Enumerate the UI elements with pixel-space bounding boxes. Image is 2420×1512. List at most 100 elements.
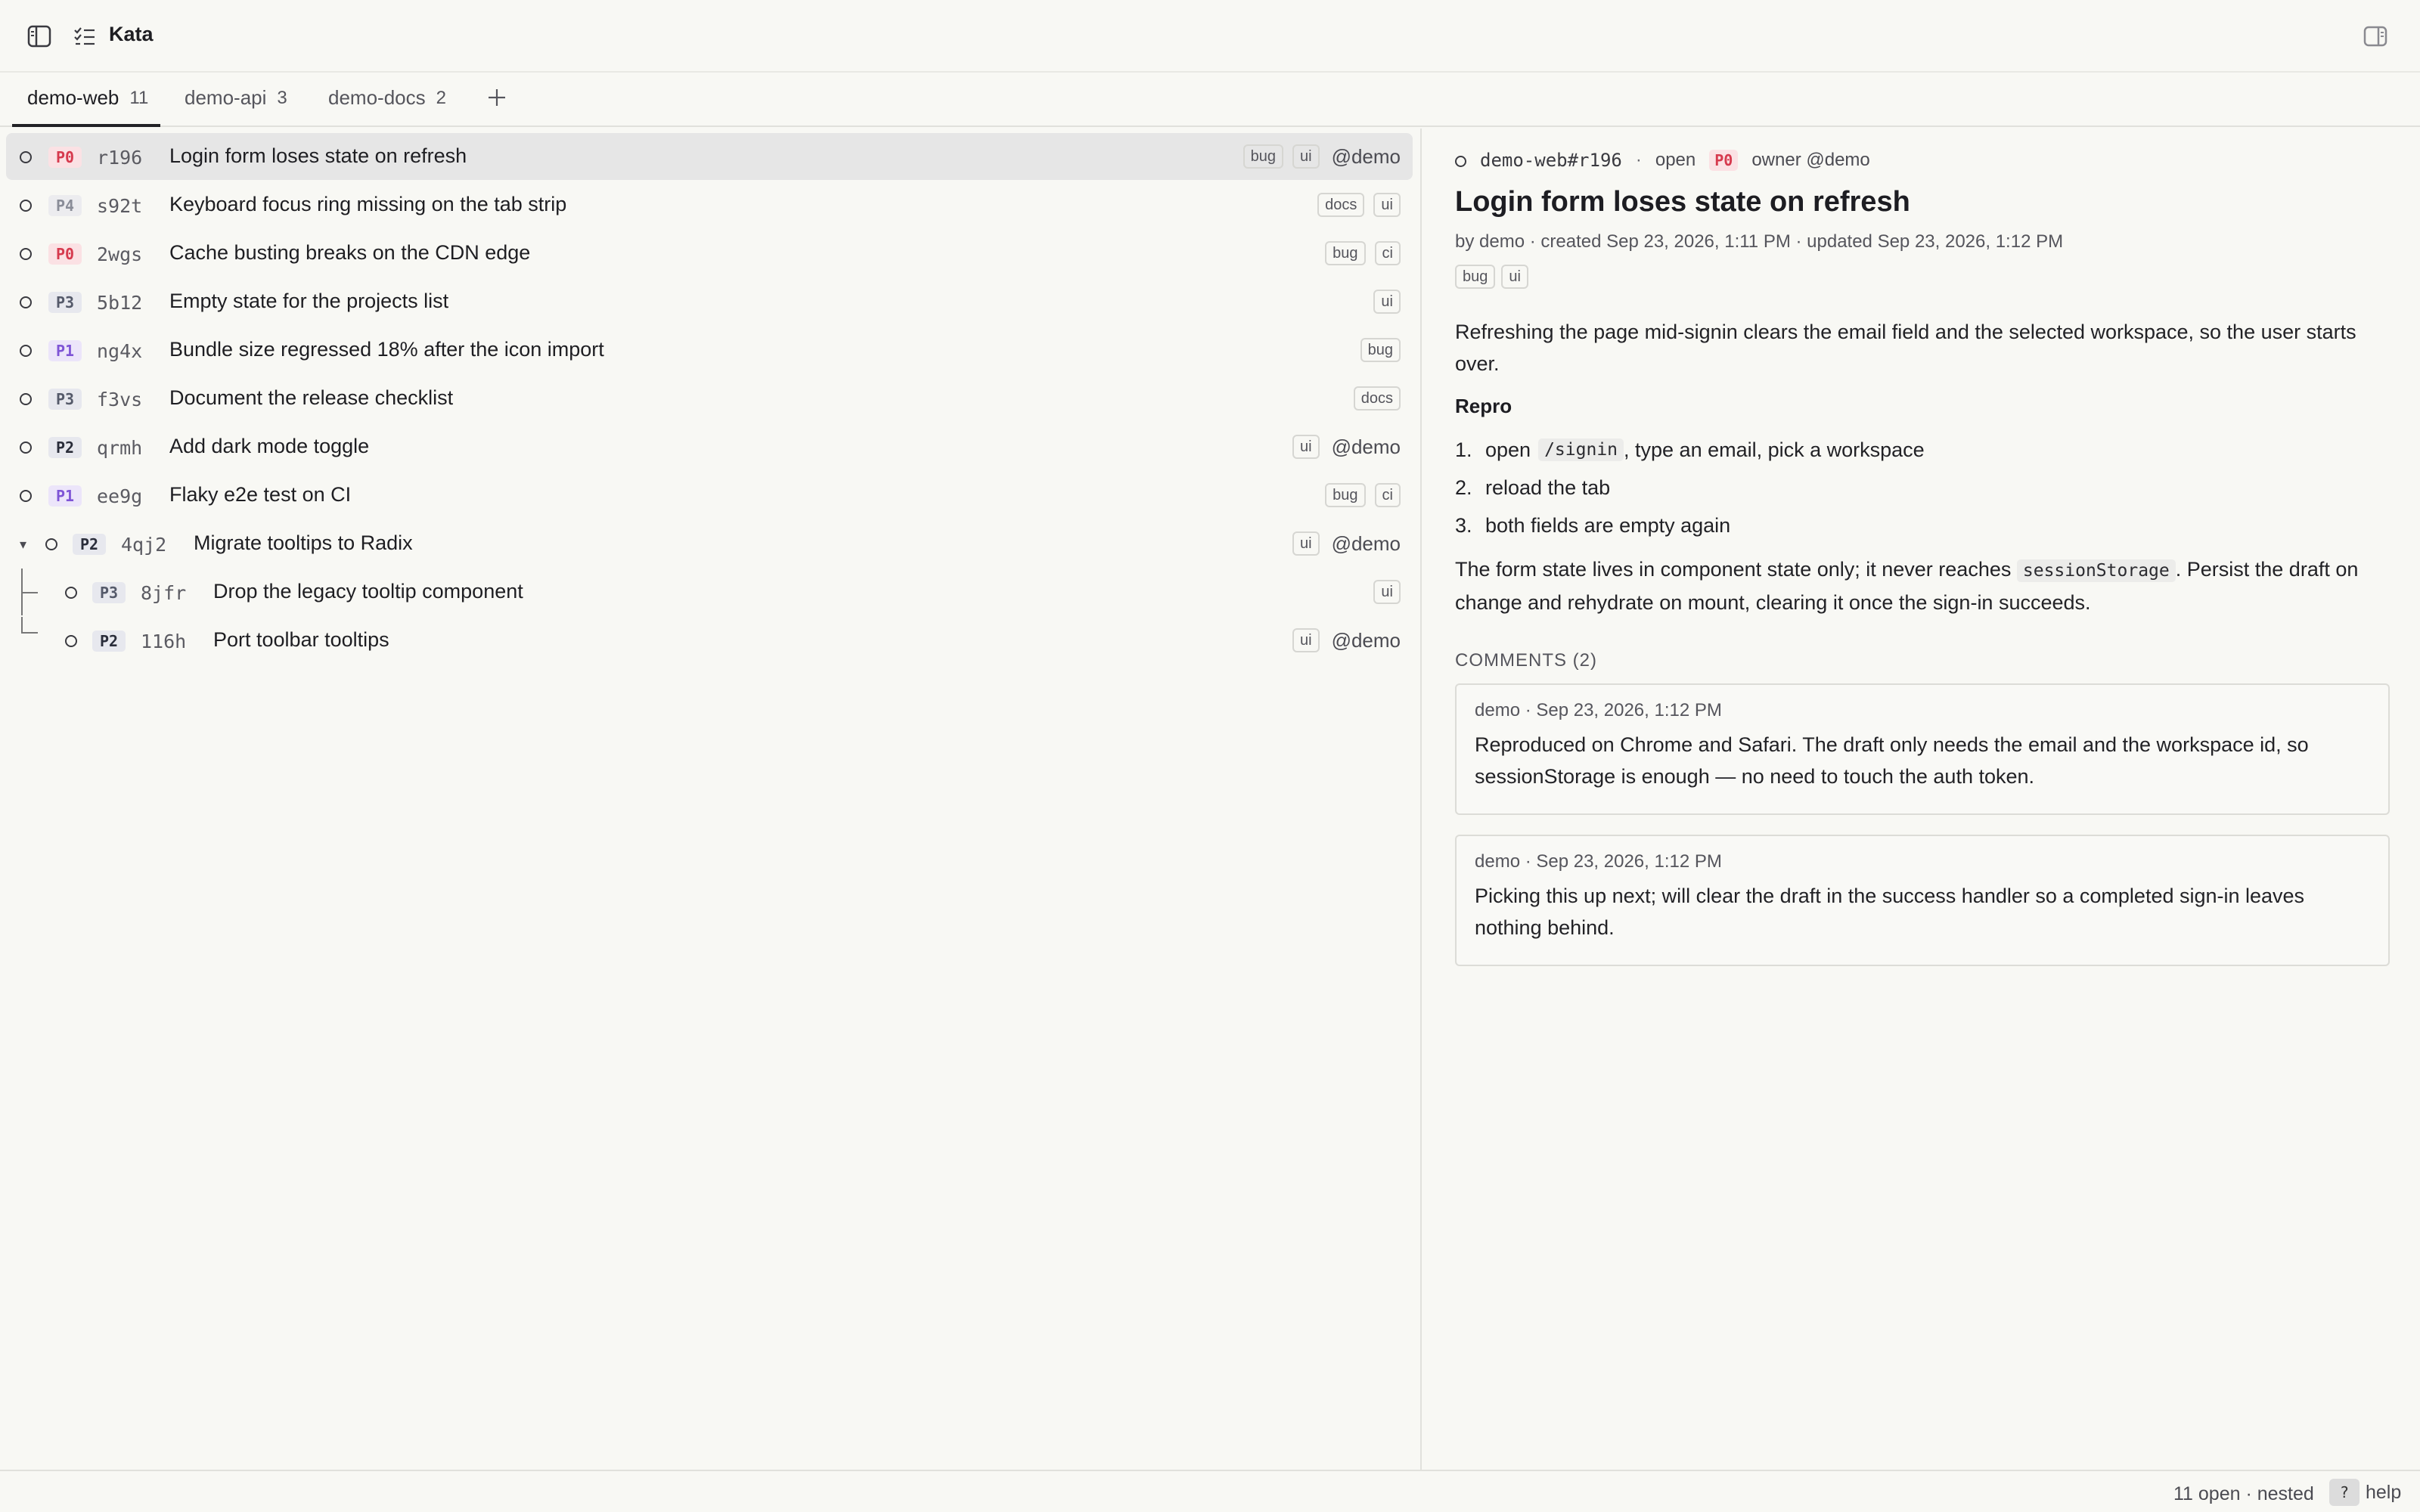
priority-badge: P3 — [48, 389, 82, 410]
caret-down-icon[interactable]: ▾ — [20, 537, 26, 553]
issue-row-5b12[interactable]: P3 5b12 Empty state for the projects lis… — [6, 278, 1413, 325]
issue-id: 4qj2 — [121, 534, 167, 556]
issue-description: Refreshing the page mid-signin clears th… — [1455, 321, 2356, 375]
tag-chip[interactable]: bug — [1325, 241, 1366, 265]
tag-chip[interactable]: ci — [1374, 241, 1401, 265]
top-bar: Kata — [0, 0, 2420, 73]
plus-icon — [489, 89, 505, 106]
add-tab-button[interactable] — [484, 85, 510, 110]
priority-badge: P4 — [48, 195, 82, 216]
owner-label: @demo — [1331, 144, 1401, 168]
row-meta: ui @demo — [1292, 627, 1401, 653]
open-circle-icon — [20, 490, 32, 502]
comment-text: Picking this up next; will clear the dra… — [1475, 885, 2305, 939]
tag-chip[interactable]: ui — [1373, 193, 1401, 217]
issue-owner[interactable]: owner @demo — [1751, 150, 1869, 171]
issue-title: Keyboard focus ring missing on the tab s… — [169, 193, 567, 215]
step-number: 1. — [1455, 438, 1472, 461]
issue-title: Add dark mode toggle — [169, 435, 370, 457]
status-bar: 11 open · nested ? help — [0, 1470, 2420, 1512]
help-label[interactable]: help — [2366, 1482, 2401, 1504]
step-text: reload the tab — [1485, 476, 1611, 499]
tag-chip[interactable]: ci — [1374, 483, 1401, 507]
tag-chip[interactable]: bug — [1455, 265, 1496, 289]
tag-chip[interactable]: bug — [1243, 144, 1283, 169]
tab-count: 3 — [277, 88, 287, 108]
tag-chip[interactable]: docs — [1353, 386, 1401, 411]
tab-label: demo-web — [27, 86, 119, 109]
issue-note: The form state lives in component state … — [1455, 553, 2390, 618]
open-circle-icon — [20, 248, 32, 260]
tab-count: 2 — [436, 88, 446, 108]
status-summary: 11 open · nested — [2173, 1483, 2314, 1504]
tab-demo-web[interactable]: demo-web 11 — [11, 86, 161, 127]
priority-badge[interactable]: P0 — [1709, 150, 1739, 171]
tab-label: demo-api — [185, 86, 267, 109]
issue-row-ee9g[interactable]: P1 ee9g Flaky e2e test on CI bug ci — [6, 472, 1413, 519]
owner-label: @demo — [1331, 628, 1401, 652]
row-meta: ui — [1373, 579, 1401, 605]
repro-step: 2. reload the tab — [1455, 469, 1925, 507]
issue-id: qrmh — [97, 437, 143, 459]
issue-id: s92t — [97, 195, 143, 217]
issue-title: Drop the legacy tooltip component — [213, 580, 523, 603]
tag-chip[interactable]: ui — [1292, 628, 1320, 652]
issue-title: Document the release checklist — [169, 386, 454, 409]
tag-chip[interactable]: docs — [1317, 193, 1365, 217]
owner-label: @demo — [1331, 531, 1401, 555]
issue-row-f3vs[interactable]: P3 f3vs Document the release checklist d… — [6, 375, 1413, 422]
step-text: open — [1485, 438, 1531, 461]
tag-chip[interactable]: bug — [1325, 483, 1366, 507]
inline-code: sessionStorage — [2016, 559, 2176, 582]
tree-branch-line — [21, 617, 23, 634]
issue-ref[interactable]: demo-web#r196 — [1480, 150, 1622, 171]
issue-row-116h[interactable]: P2 116h Port toolbar tooltips ui @demo — [6, 617, 1413, 664]
tag-chip[interactable]: ui — [1292, 531, 1320, 556]
row-meta: ui @demo — [1292, 531, 1401, 556]
priority-badge: P1 — [48, 340, 82, 361]
row-meta: docs ui — [1317, 192, 1401, 218]
issue-row-s92t[interactable]: P4 s92t Keyboard focus ring missing on t… — [6, 181, 1413, 228]
tab-demo-docs[interactable]: demo-docs 2 — [328, 86, 446, 127]
separator: · — [1635, 150, 1642, 170]
tag-chip[interactable]: ui — [1373, 580, 1401, 604]
tag-chip[interactable]: ui — [1373, 290, 1401, 314]
open-circle-icon — [65, 587, 77, 599]
issue-title: Empty state for the projects list — [169, 290, 449, 312]
step-text: both fields are empty again — [1485, 513, 1731, 537]
tag-chip[interactable]: bug — [1360, 338, 1401, 362]
help-key[interactable]: ? — [2329, 1479, 2360, 1506]
tag-chip[interactable]: ui — [1292, 144, 1320, 169]
issue-row-qrmh[interactable]: P2 qrmh Add dark mode toggle ui @demo — [6, 423, 1413, 470]
issue-status[interactable]: open — [1655, 150, 1696, 171]
tag-chip[interactable]: ui — [1292, 435, 1320, 459]
issue-row-4qj2[interactable]: ▾ P2 4qj2 Migrate tooltips to Radix ui @… — [6, 520, 1413, 567]
panel-right-icon[interactable] — [2363, 24, 2388, 48]
issue-row-r196[interactable]: P0 r196 Login form loses state on refres… — [6, 133, 1413, 180]
issue-row-2wgs[interactable]: P0 2wgs Cache busting breaks on the CDN … — [6, 230, 1413, 277]
sidebar-toggle-icon[interactable] — [26, 23, 53, 50]
open-circle-icon — [20, 151, 32, 163]
step-text: , type an email, pick a workspace — [1624, 438, 1925, 461]
issue-title: Port toolbar tooltips — [213, 628, 389, 651]
tag-chip[interactable]: ui — [1501, 265, 1528, 289]
panel-divider[interactable] — [1420, 129, 1422, 1470]
issue-id: ng4x — [97, 340, 143, 362]
checklist-icon — [73, 24, 97, 48]
tab-count: 11 — [129, 88, 149, 108]
tab-strip: demo-web 11 demo-api 3 demo-docs 2 — [0, 73, 2420, 127]
priority-badge: P1 — [48, 485, 82, 507]
tree-branch-line — [21, 592, 38, 593]
row-meta: ui — [1373, 289, 1401, 314]
open-circle-icon — [20, 296, 32, 308]
repro-step: 1. open /signin , type an email, pick a … — [1455, 431, 1925, 469]
open-circle-icon — [20, 345, 32, 357]
issue-id: 8jfr — [141, 582, 187, 604]
tab-label: demo-docs — [328, 86, 426, 109]
tab-demo-api[interactable]: demo-api 3 — [185, 86, 287, 127]
open-circle-icon — [1455, 155, 1466, 167]
issue-row-8jfr[interactable]: P3 8jfr Drop the legacy tooltip componen… — [6, 569, 1413, 615]
issue-row-ng4x[interactable]: P1 ng4x Bundle size regressed 18% after … — [6, 327, 1413, 373]
open-circle-icon — [20, 200, 32, 212]
open-circle-icon — [45, 538, 57, 550]
